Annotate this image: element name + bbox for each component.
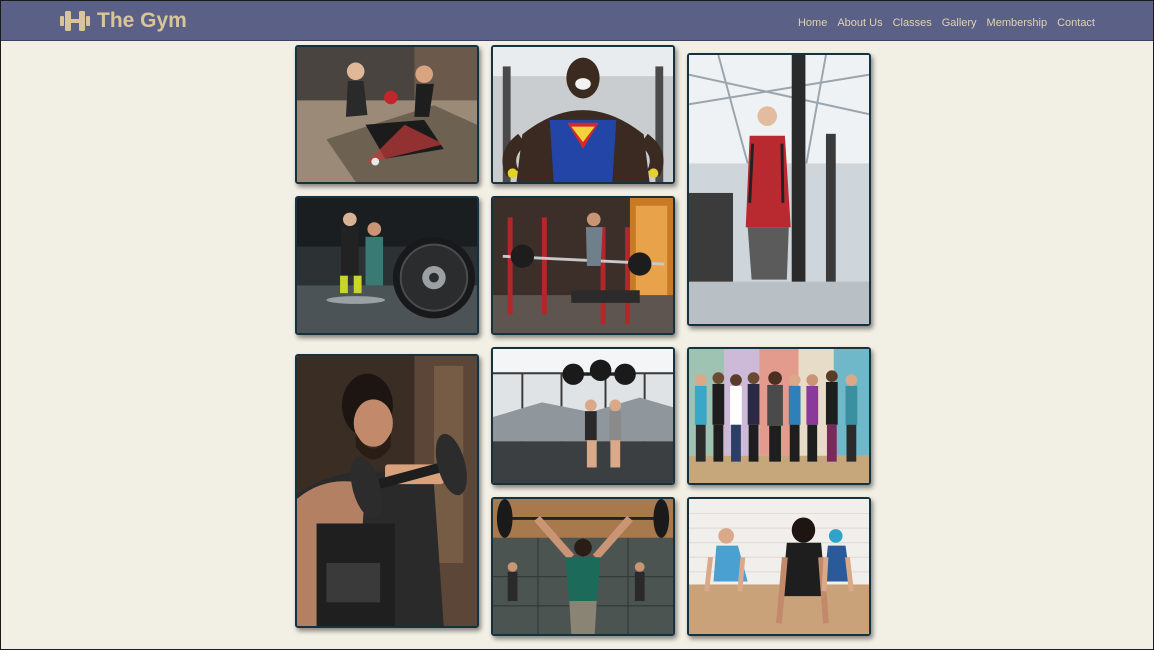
nav-link-gallery[interactable]: Gallery [942,17,977,29]
brand-link[interactable]: The Gym [59,8,187,34]
gallery-photo-medicine-ball[interactable] [295,45,479,184]
page: The Gym Home About Us Classes Gallery Me… [0,0,1154,650]
gallery-photo-pushups[interactable] [687,497,871,636]
brand-name: The Gym [97,9,187,32]
gallery-photo-bodybuilder[interactable] [491,45,675,184]
gallery-photo-overhead-press[interactable] [491,347,675,485]
nav-link-classes[interactable]: Classes [893,17,932,29]
gallery-photo-weight-plate[interactable] [295,196,479,335]
gallery-photo-cable-machine[interactable] [687,53,871,326]
gallery-photo-crossfit[interactable] [491,497,675,636]
gallery-photo-dumbbell-curl[interactable] [295,354,479,628]
nav-link-home[interactable]: Home [798,17,827,29]
nav-link-contact[interactable]: Contact [1057,17,1095,29]
nav-link-membership[interactable]: Membership [987,17,1048,29]
dumbbell-icon [59,9,91,33]
nav-link-about-us[interactable]: About Us [837,17,882,29]
gallery-photo-bench-press[interactable] [491,196,675,335]
navbar: The Gym Home About Us Classes Gallery Me… [1,1,1153,41]
gallery-photo-group[interactable] [687,347,871,485]
